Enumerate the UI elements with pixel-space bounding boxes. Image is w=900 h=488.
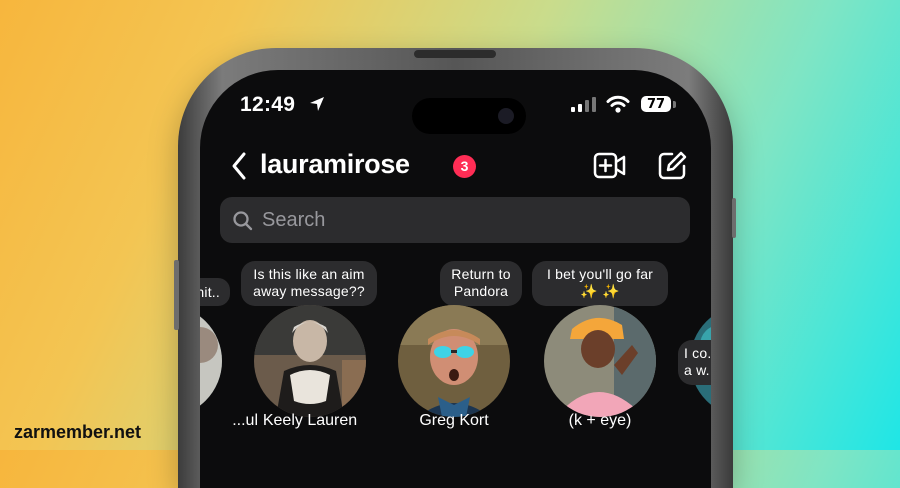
story-note[interactable]: I co... a w...	[678, 340, 711, 385]
location-arrow-icon	[310, 97, 324, 111]
story-avatar[interactable]	[544, 305, 656, 417]
story-note[interactable]: Return to Pandora	[440, 261, 522, 306]
dynamic-island	[412, 98, 526, 134]
cellular-signal-icon	[571, 97, 596, 112]
front-camera	[498, 108, 514, 124]
watermark-text: zarmember.net	[14, 422, 142, 442]
battery-icon: 77	[641, 96, 671, 112]
story-note[interactable]: ...hit..	[200, 278, 230, 306]
story-note[interactable]: Is this like an aim away message??	[241, 261, 377, 306]
phone-screen: 12:49 77 lauramirose 3 Search hit.. ...u…	[200, 70, 711, 488]
avatar-photo	[544, 305, 656, 417]
search-placeholder: Search	[262, 209, 326, 231]
earpiece-speaker	[414, 50, 496, 58]
back-chevron-icon[interactable]	[230, 151, 248, 181]
story-note[interactable]: I bet you'll go far ✨ ✨	[532, 261, 668, 306]
side-button-right	[732, 198, 736, 238]
avatar-photo	[254, 305, 366, 417]
battery-nub	[673, 101, 676, 108]
battery-level: 77	[646, 97, 666, 112]
side-button-left	[174, 260, 179, 330]
avatar-photo	[200, 305, 222, 417]
account-username[interactable]: lauramirose	[260, 149, 410, 180]
new-video-call-icon[interactable]	[593, 151, 627, 181]
search-bar[interactable]: Search	[220, 197, 690, 243]
unread-badge: 3	[453, 155, 476, 178]
screen-bottom-fade	[200, 428, 711, 488]
status-time: 12:49	[240, 93, 296, 116]
wifi-icon	[606, 95, 630, 113]
story-avatar[interactable]	[398, 305, 510, 417]
story-avatar[interactable]	[254, 305, 366, 417]
search-icon	[233, 211, 253, 231]
compose-message-icon[interactable]	[656, 150, 688, 182]
phone-frame: 12:49 77 lauramirose 3 Search hit.. ...u…	[174, 48, 736, 488]
avatar-photo	[398, 305, 510, 417]
story-avatar[interactable]	[200, 305, 222, 417]
